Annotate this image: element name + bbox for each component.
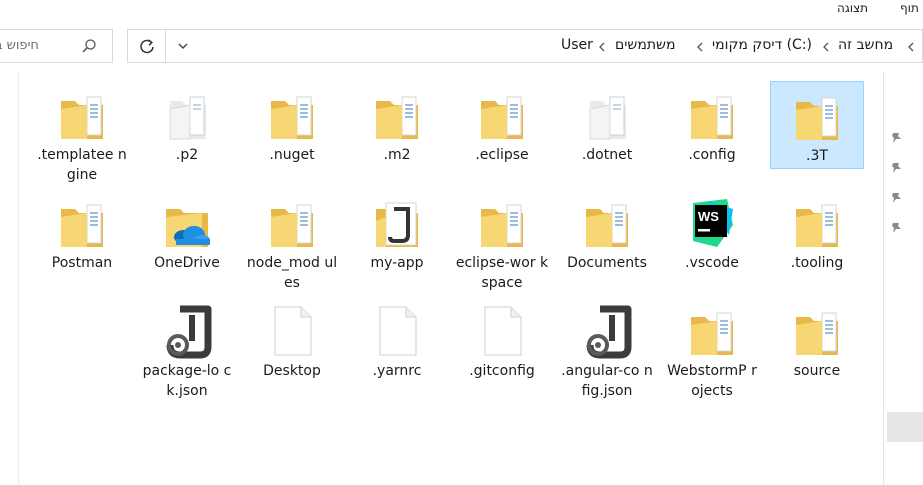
chevron-left-icon [823,42,829,52]
file-item[interactable]: .gitconfig [455,297,549,385]
folder-icon [267,87,317,143]
folder-icon [267,195,317,251]
file-item-label: .3T [806,148,828,164]
json-app-icon [162,303,212,359]
file-item-label: my-app [370,255,424,271]
file-item-label: .config [688,147,736,163]
chevron-down-icon[interactable] [176,39,190,53]
chevron-left-icon [599,42,605,52]
file-item-label: .tooling [790,255,844,271]
file-item[interactable]: package-lo ck.json [140,297,234,399]
pane-divider [18,72,19,485]
breadcrumb-user[interactable]: User [561,37,593,53]
folder-icon [582,195,632,251]
file-item-label: .yarnrc [372,363,422,379]
folder-icon [477,87,527,143]
file-item[interactable]: .3T [770,81,864,169]
file-item-label: source [793,363,841,379]
pin-icon[interactable] [890,190,904,204]
file-item[interactable]: Documents [560,189,654,277]
navigation-pane [883,72,923,485]
file-item[interactable]: OneDrive [140,189,234,277]
file-item[interactable]: .nuget [245,81,339,169]
file-item-label: .nuget [269,147,315,163]
file-item-label: eclipse-wor kspace [455,255,549,291]
file-item-label: .angular-co nfig.json [561,363,653,399]
folder-icon [57,195,107,251]
svg-text:WS: WS [698,209,719,224]
file-item-label: package-lo ck.json [142,363,232,399]
file-item[interactable]: Postman [35,189,129,277]
file-item[interactable]: .eclipse [455,81,549,169]
onedrive-folder-icon [162,195,212,251]
pin-icon[interactable] [890,220,904,234]
search-placeholder: חיפוש ב [0,38,39,53]
breadcrumb-this-pc[interactable]: מחשב זה [838,37,893,53]
json-app-icon [582,303,632,359]
file-item-label: .m2 [383,147,411,163]
pin-icon[interactable] [890,160,904,174]
file-item-label: .p2 [175,147,199,163]
file-item-label: WebstormP rojects [667,363,757,399]
search-icon [82,39,96,53]
folder-icon [57,87,107,143]
refresh-button[interactable] [127,29,165,63]
ribbon-menu: תצוגה תוף [0,0,923,21]
file-item[interactable]: my-app [350,189,444,277]
folder-icon [687,303,737,359]
file-item-label: OneDrive [154,255,220,271]
webstorm-icon: WS [687,195,737,251]
file-icon [477,303,527,359]
file-icon [372,303,422,359]
file-item[interactable]: .m2 [350,81,444,169]
file-item-label: Documents [567,255,647,271]
file-item[interactable]: .yarnrc [350,297,444,385]
ribbon-tab-view[interactable]: תצוגה [837,1,868,15]
file-item-label: .templatee ngine [37,147,127,183]
folder-icon [372,87,422,143]
ribbon-tab-misc[interactable]: תוף [900,1,919,15]
chevron-left-icon [697,42,703,52]
folder-app-icon [372,195,422,251]
breadcrumb-local-disk[interactable]: דיסק מקומי (C:) [712,37,812,53]
file-item-label: .gitconfig [469,363,535,379]
file-item-label: .vscode [685,255,739,271]
file-item[interactable]: eclipse-wor kspace [455,189,549,291]
file-item[interactable]: .angular-co nfig.json [560,297,654,399]
file-item[interactable]: WebstormP rojects [665,297,759,399]
search-input[interactable]: חיפוש ב [0,29,113,63]
folder-light-icon [582,87,632,143]
file-item[interactable]: .dotnet [560,81,654,169]
folder-light-icon [162,87,212,143]
file-item-label: Desktop [263,363,321,379]
folder-icon [792,303,842,359]
file-item-label: .dotnet [581,147,633,163]
file-item[interactable]: WS .vscode [665,189,759,277]
folder-icon [792,195,842,251]
folder-icon [792,88,842,144]
file-item-label: .eclipse [475,147,529,163]
address-row: חיפוש ב User משתמשים דיסק מקומי (C:) מחש… [0,20,923,70]
breadcrumb-users[interactable]: משתמשים [615,37,675,53]
scrollbar-thumb[interactable] [887,412,923,442]
folder-icon [687,87,737,143]
file-item[interactable]: .config [665,81,759,169]
file-item[interactable]: source [770,297,864,385]
chevron-left-icon [908,42,914,52]
file-item[interactable]: node_mod ules [245,189,339,291]
file-icon [267,303,317,359]
file-item-label: Postman [51,255,113,271]
file-item[interactable]: .tooling [770,189,864,277]
refresh-icon [140,39,154,54]
file-item[interactable]: Desktop [245,297,339,385]
file-item[interactable]: .templatee ngine [35,81,129,183]
pin-icon[interactable] [890,130,904,144]
file-item[interactable]: .p2 [140,81,234,169]
folder-icon [477,195,527,251]
file-item-label: node_mod ules [246,255,338,291]
